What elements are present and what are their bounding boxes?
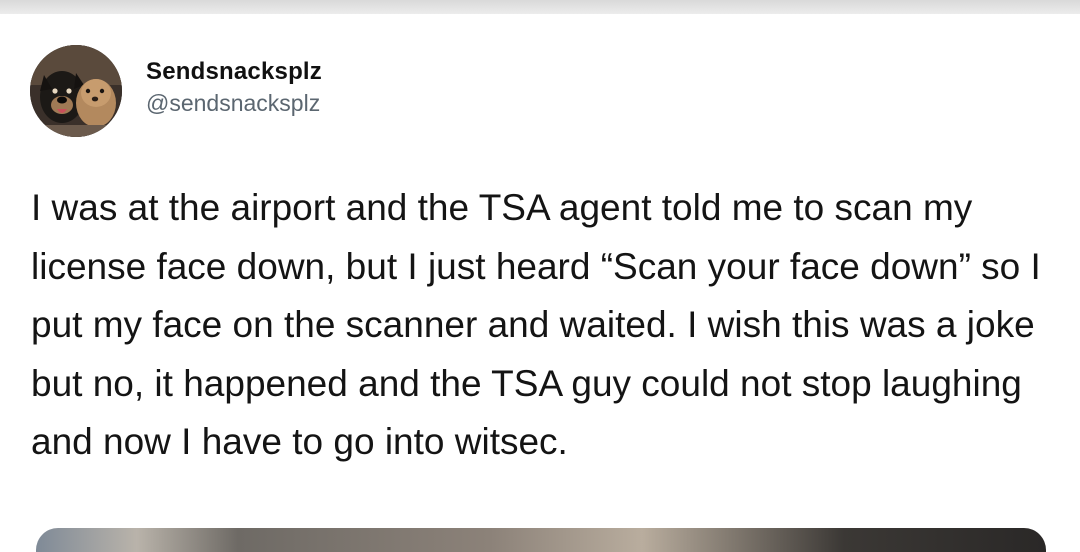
- tweet-text: I was at the airport and the TSA agent t…: [31, 187, 1041, 462]
- top-divider-bar: [0, 0, 1080, 14]
- dogs-avatar-icon: [30, 45, 122, 137]
- avatar[interactable]: [30, 45, 122, 137]
- tweet-media-image[interactable]: [36, 528, 1046, 552]
- author-handle[interactable]: @sendsnacksplz: [146, 88, 322, 118]
- author-display-name[interactable]: Sendsnacksplz: [146, 58, 322, 86]
- tweet-card: Sendsnacksplz @sendsnacksplz I was at th…: [0, 14, 1080, 552]
- author-block: Sendsnacksplz @sendsnacksplz: [146, 58, 322, 118]
